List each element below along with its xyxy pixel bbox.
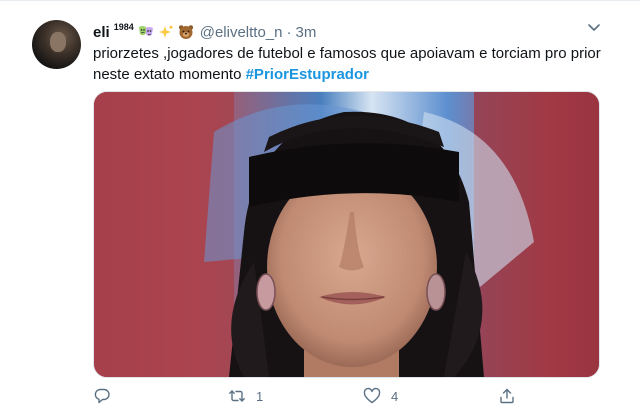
avatar-face <box>50 32 66 52</box>
bear-emoji-icon <box>178 24 194 40</box>
gif-image <box>94 92 599 377</box>
sparkles-emoji-icon <box>158 24 174 40</box>
display-name[interactable]: eli <box>93 24 110 41</box>
tweet-header: eli 1984 @eliveltto_n · 3m <box>93 21 316 43</box>
reply-button[interactable] <box>93 385 111 407</box>
timestamp[interactable]: 3m <box>296 24 317 41</box>
tweet-actions: 1 4 <box>93 385 603 407</box>
reply-icon <box>93 387 111 405</box>
retweet-button[interactable]: 1 <box>228 385 263 407</box>
tweet-media-gif[interactable] <box>93 91 600 378</box>
hashtag-link[interactable]: #PriorEstuprador <box>246 66 369 83</box>
tweet[interactable]: eli 1984 @eliveltto_n · 3m priorzetes ,j… <box>0 0 640 409</box>
tweet-text: priorzetes ,jogadores de futebol e famos… <box>93 43 603 85</box>
separator-dot: · <box>286 23 292 41</box>
share-icon <box>498 387 516 405</box>
share-button[interactable] <box>498 385 516 407</box>
display-name-superscript: 1984 <box>113 22 134 32</box>
chevron-down-icon[interactable] <box>585 18 603 36</box>
heart-icon <box>363 387 381 405</box>
retweet-icon <box>228 387 246 405</box>
retweet-count: 1 <box>256 388 264 404</box>
like-button[interactable]: 4 <box>363 385 398 407</box>
avatar[interactable] <box>32 20 81 69</box>
user-handle[interactable]: @eliveltto_n <box>200 24 283 41</box>
masks-emoji-icon <box>138 24 154 40</box>
like-count: 4 <box>391 388 399 404</box>
